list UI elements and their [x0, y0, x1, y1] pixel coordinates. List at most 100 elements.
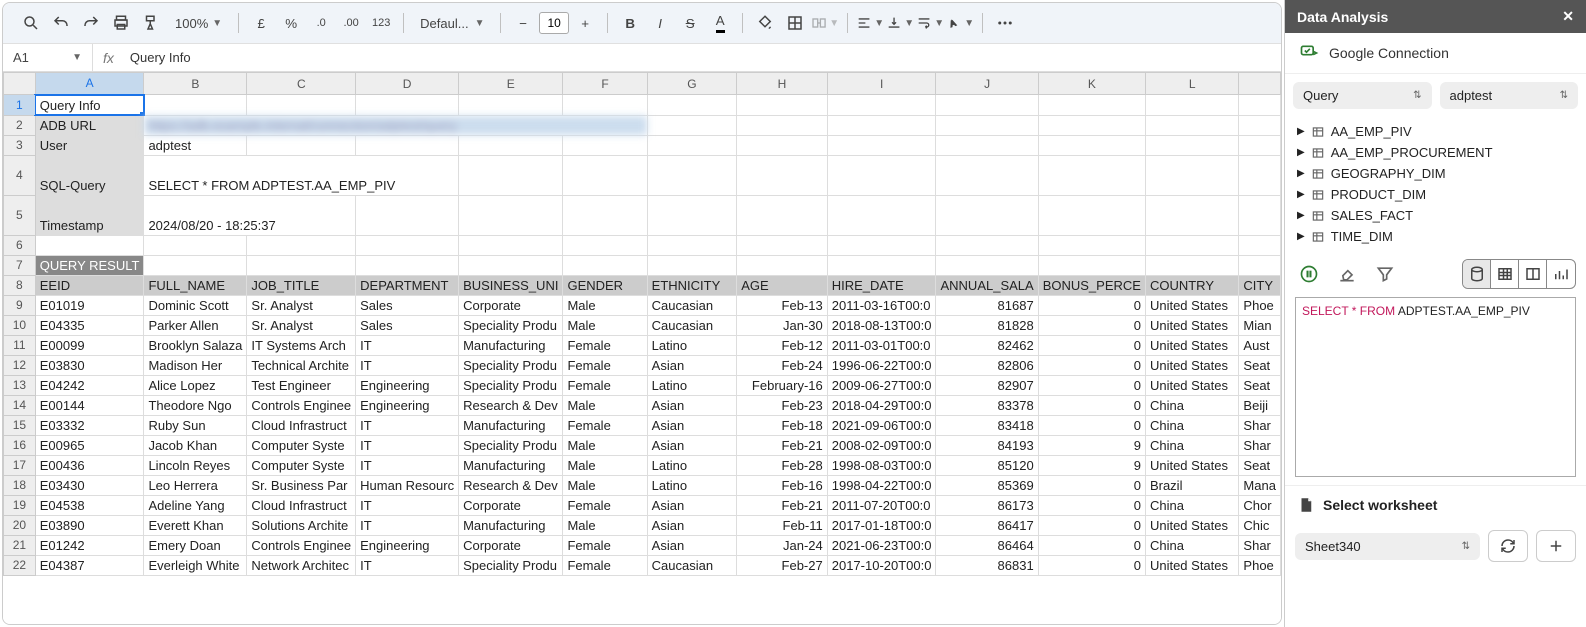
cell[interactable]: Parker Allen: [144, 315, 247, 335]
cell[interactable]: Adeline Yang: [144, 495, 247, 515]
cell[interactable]: E00099: [35, 335, 144, 355]
cell[interactable]: 82462: [936, 335, 1038, 355]
cell[interactable]: 1998-04-22T00:0: [827, 475, 936, 495]
cell[interactable]: Manufacturing: [459, 515, 563, 535]
cell[interactable]: Caucasian: [647, 315, 737, 335]
cell[interactable]: Engineering: [356, 535, 459, 555]
cell[interactable]: 2009-06-27T00:0: [827, 375, 936, 395]
wrap-button[interactable]: ▼: [916, 9, 944, 37]
increase-decimal-button[interactable]: .00: [337, 9, 365, 37]
search-icon[interactable]: [17, 9, 45, 37]
row-header[interactable]: 1: [4, 95, 36, 116]
cell[interactable]: Mian: [1239, 315, 1281, 335]
cell[interactable]: 84193: [936, 435, 1038, 455]
column-header[interactable]: F: [563, 73, 647, 95]
cell[interactable]: 0: [1038, 535, 1145, 555]
worksheet-select[interactable]: Sheet340⇅: [1295, 533, 1480, 560]
cell[interactable]: IT: [356, 515, 459, 535]
cell[interactable]: [1145, 255, 1238, 275]
cell[interactable]: Theodore Ngo: [144, 395, 247, 415]
cell[interactable]: 2008-02-09T00:0: [827, 435, 936, 455]
table-tree-item[interactable]: ▶PRODUCT_DIM: [1293, 184, 1578, 205]
cell[interactable]: [936, 95, 1038, 116]
cell[interactable]: E00965: [35, 435, 144, 455]
cell[interactable]: United States: [1145, 355, 1238, 375]
cell[interactable]: Feb-21: [737, 435, 827, 455]
cell[interactable]: [247, 95, 356, 116]
view-split-icon[interactable]: [1519, 260, 1547, 288]
cell[interactable]: United States: [1145, 315, 1238, 335]
cell[interactable]: Male: [563, 455, 647, 475]
cell[interactable]: [647, 115, 737, 135]
cell[interactable]: [737, 115, 827, 135]
cell[interactable]: [459, 135, 563, 155]
cell[interactable]: Female: [563, 335, 647, 355]
cell[interactable]: [647, 255, 737, 275]
cell[interactable]: 2018-08-13T00:0: [827, 315, 936, 335]
cell[interactable]: [563, 235, 647, 255]
cell[interactable]: 85369: [936, 475, 1038, 495]
cell[interactable]: EEID: [35, 275, 144, 295]
cell[interactable]: GENDER: [563, 275, 647, 295]
font-size-input[interactable]: [539, 12, 569, 34]
strikethrough-button[interactable]: S: [676, 9, 704, 37]
cell[interactable]: Latino: [647, 335, 737, 355]
row-header[interactable]: 19: [4, 495, 36, 515]
filter-icon[interactable]: [1371, 260, 1399, 288]
cell[interactable]: 82806: [936, 355, 1038, 375]
cell[interactable]: [1145, 95, 1238, 116]
cell[interactable]: SQL-Query: [35, 155, 144, 195]
cell[interactable]: 1998-08-03T00:0: [827, 455, 936, 475]
row-header[interactable]: 5: [4, 195, 36, 235]
cell[interactable]: IT: [356, 495, 459, 515]
cell[interactable]: ETHNICITY: [647, 275, 737, 295]
row-header[interactable]: 8: [4, 275, 36, 295]
cell[interactable]: Jan-30: [737, 315, 827, 335]
cell[interactable]: [563, 195, 647, 235]
row-header[interactable]: 12: [4, 355, 36, 375]
cell[interactable]: Cloud Infrastruct: [247, 495, 356, 515]
cell[interactable]: [1145, 195, 1238, 235]
cell[interactable]: 86464: [936, 535, 1038, 555]
cell[interactable]: 85120: [936, 455, 1038, 475]
cell[interactable]: Alice Lopez: [144, 375, 247, 395]
cell[interactable]: Manufacturing: [459, 415, 563, 435]
cell[interactable]: Chor: [1239, 495, 1281, 515]
spreadsheet-grid[interactable]: ABCDEFGHIJKL1Query Info2ADB URLhttps://a…: [3, 72, 1281, 624]
cell[interactable]: 0: [1038, 495, 1145, 515]
row-header[interactable]: 9: [4, 295, 36, 315]
row-header[interactable]: 18: [4, 475, 36, 495]
cell[interactable]: Asian: [647, 515, 737, 535]
cell[interactable]: Computer Syste: [247, 435, 356, 455]
cell[interactable]: [827, 95, 936, 116]
cell[interactable]: [647, 195, 737, 235]
cell[interactable]: Male: [563, 315, 647, 335]
text-color-button[interactable]: A: [706, 9, 734, 37]
cell[interactable]: Sales: [356, 295, 459, 315]
cell[interactable]: Female: [563, 555, 647, 575]
cell[interactable]: Engineering: [356, 395, 459, 415]
cell[interactable]: Shar: [1239, 535, 1281, 555]
cell[interactable]: SELECT * FROM ADPTEST.AA_EMP_PIV: [144, 155, 459, 195]
cell[interactable]: Corporate: [459, 295, 563, 315]
cell[interactable]: Controls Enginee: [247, 395, 356, 415]
cell[interactable]: Leo Herrera: [144, 475, 247, 495]
cell[interactable]: [1239, 195, 1281, 235]
row-header[interactable]: 11: [4, 335, 36, 355]
table-tree-item[interactable]: ▶AA_EMP_PROCUREMENT: [1293, 142, 1578, 163]
cell[interactable]: Asian: [647, 495, 737, 515]
cell[interactable]: [459, 255, 563, 275]
cell[interactable]: E04242: [35, 375, 144, 395]
cell[interactable]: IT: [356, 455, 459, 475]
cell[interactable]: [144, 235, 247, 255]
cell[interactable]: [1239, 95, 1281, 116]
row-header[interactable]: 7: [4, 255, 36, 275]
cell[interactable]: User: [35, 135, 144, 155]
add-icon[interactable]: [1536, 530, 1576, 562]
cell[interactable]: United States: [1145, 295, 1238, 315]
cell[interactable]: Feb-27: [737, 555, 827, 575]
cell[interactable]: February-16: [737, 375, 827, 395]
cell[interactable]: [35, 235, 144, 255]
cell[interactable]: Feb-23: [737, 395, 827, 415]
cell[interactable]: [647, 95, 737, 116]
